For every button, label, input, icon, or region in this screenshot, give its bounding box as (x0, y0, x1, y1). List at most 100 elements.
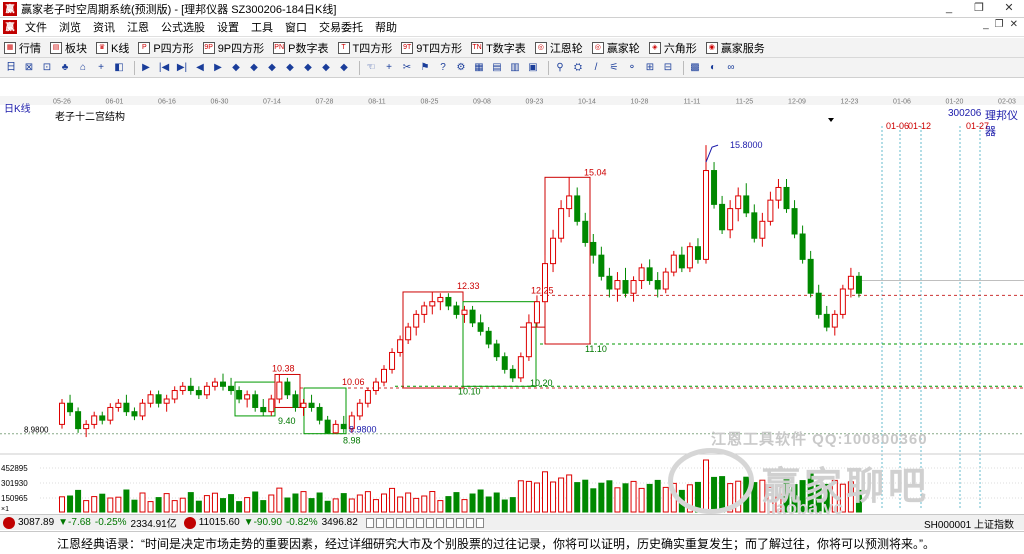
candle-body (509, 368, 516, 379)
toolbar-button-0[interactable]: ▦ 行情 (4, 40, 41, 56)
toolbar-button-2[interactable]: ♛ K线 (96, 40, 129, 56)
toolbar-button-5[interactable]: PN P数字表 (273, 40, 329, 56)
price-label: 10.10 (458, 386, 481, 396)
tool-icon-7[interactable]: ▶ (139, 61, 153, 75)
toolbar-button-10[interactable]: ◎ 赢家轮 (591, 40, 640, 56)
candle-body (139, 402, 146, 417)
tool-icon-1[interactable]: ⊠ (22, 61, 36, 75)
tool-icon-28[interactable]: ▣ (526, 61, 540, 75)
tool-icon-24[interactable]: ⚙ (454, 61, 468, 75)
tool-icon-36[interactable]: ▩ (688, 61, 702, 75)
tool-icon-17[interactable]: ◆ (319, 61, 333, 75)
kline-chart[interactable]: 05-26 06-01 06-16 06-30 07-14 07-28 08-11 08-25… (0, 96, 1024, 514)
tool-icon-10[interactable]: ◀ (193, 61, 207, 75)
toolbar-button-label: K线 (111, 42, 130, 55)
toolbar-button-9[interactable]: ◎ 江恩轮 (534, 40, 583, 56)
tool-icon-27[interactable]: ▥ (508, 61, 522, 75)
menu-trade[interactable]: 交易委托 (313, 19, 369, 35)
volume-bar (187, 492, 194, 513)
tool-icon-18[interactable]: ◆ (337, 61, 351, 75)
tool-icon-25[interactable]: ▦ (472, 61, 486, 75)
toolbar-button-label: 行情 (19, 42, 41, 55)
date-tick-label: 12-23 (841, 99, 859, 106)
candle-body (614, 280, 621, 290)
mdi-minimize-button[interactable]: _ (983, 19, 989, 30)
date-tick-label: 08-11 (368, 99, 385, 106)
gann-quote: 江恩经典语录：“时间是决定市场走势的重要因素，经过详细研究大市及个别股票的过往记… (57, 536, 935, 551)
maximize-button[interactable]: ❐ (964, 0, 994, 18)
candle-body (694, 246, 701, 260)
volume-bar (163, 493, 170, 513)
tool-icon-31[interactable]: / (589, 61, 603, 75)
close-button[interactable]: ✕ (994, 0, 1024, 18)
tool-icon-35[interactable]: ⊟ (661, 61, 675, 75)
tool-icon-37[interactable]: ◐ (706, 61, 720, 75)
tool-icon-22[interactable]: ⚑ (418, 61, 432, 75)
menu-window[interactable]: 窗口 (279, 19, 313, 35)
volume-bar (220, 498, 226, 513)
toolbar-button-4[interactable]: 9P 9P四方形 (202, 40, 264, 56)
candle-body (847, 275, 854, 290)
tool-icon-32[interactable]: ⚟ (607, 61, 621, 75)
tool-icon-15[interactable]: ◆ (283, 61, 297, 75)
volume-bar (453, 492, 460, 513)
mdi-restore-button[interactable]: ❐ (995, 19, 1004, 30)
tool-icon-12[interactable]: ◆ (229, 61, 243, 75)
tool-icon-34[interactable]: ⊞ (643, 61, 657, 75)
tool-icon-11[interactable]: ▶ (211, 61, 225, 75)
volume-bar (517, 480, 524, 513)
winner-wheel-icon: ◎ (591, 41, 604, 54)
tool-icon-38[interactable]: ∞ (724, 61, 738, 75)
candle-body (276, 381, 283, 400)
tool-icon-30[interactable]: ⛭ (571, 61, 585, 75)
menu-tools[interactable]: 工具 (245, 19, 279, 35)
date-tick-label: 01-20 (946, 99, 964, 106)
toolbar-button-8[interactable]: TN T数字表 (471, 40, 526, 56)
minimize-button[interactable]: _ (934, 0, 964, 18)
candle-body (284, 381, 291, 396)
menu-formula-screen[interactable]: 公式选股 (155, 19, 211, 35)
tool-icon-9[interactable]: ▶| (175, 61, 189, 75)
index-selector[interactable]: SH000001 上证指数 (924, 516, 1014, 531)
tool-icon-14[interactable]: ◆ (265, 61, 279, 75)
menu-file[interactable]: 文件 (19, 19, 53, 35)
mdi-close-button[interactable]: ✕ (1010, 19, 1018, 30)
tool-icon-29[interactable]: ⚲ (553, 61, 567, 75)
sh-index-value: 3087.89 (18, 517, 55, 528)
tool-icon-19[interactable]: ☜ (364, 61, 378, 75)
toolbar-button-12[interactable]: ◉ 赢家服务 (705, 40, 765, 56)
toolbar-button-3[interactable]: P P四方形 (138, 40, 194, 56)
date-tick-label: 07-14 (263, 99, 281, 106)
tool-icon-13[interactable]: ◆ (247, 61, 261, 75)
menu-info[interactable]: 资讯 (87, 19, 121, 35)
peak-marker (705, 144, 719, 163)
tool-icon-20[interactable]: + (382, 61, 396, 75)
tool-icon-16[interactable]: ◆ (301, 61, 315, 75)
menu-browse[interactable]: 浏览 (53, 19, 87, 35)
status-indicators (365, 517, 484, 528)
candle-body (558, 208, 565, 239)
candle-body (300, 402, 307, 408)
tool-icon-3[interactable]: ♣ (58, 61, 72, 75)
candle-body (493, 343, 500, 358)
tool-icon-4[interactable]: ⌂ (76, 61, 90, 75)
menu-gann[interactable]: 江恩 (121, 19, 155, 35)
toolbar-button-7[interactable]: 9T 9T四方形 (401, 40, 462, 56)
tool-icon-21[interactable]: ✂ (400, 61, 414, 75)
menu-help[interactable]: 帮助 (369, 19, 403, 35)
tool-icon-23[interactable]: ? (436, 61, 450, 75)
candle-body (413, 313, 420, 328)
toolbar-button-6[interactable]: T T四方形 (337, 40, 392, 56)
tool-icon-0[interactable]: 日 (4, 61, 18, 75)
9t-square-icon: 9T (401, 41, 414, 54)
candle-body (340, 423, 347, 430)
tool-icon-6[interactable]: ◧ (112, 61, 126, 75)
tool-icon-2[interactable]: ⊡ (40, 61, 54, 75)
tool-icon-33[interactable]: ⚬ (625, 61, 639, 75)
tool-icon-26[interactable]: ▤ (490, 61, 504, 75)
tool-icon-5[interactable]: + (94, 61, 108, 75)
toolbar-button-1[interactable]: ▤ 板块 (50, 40, 87, 56)
toolbar-button-11[interactable]: ◈ 六角形 (648, 40, 697, 56)
menu-settings[interactable]: 设置 (211, 19, 245, 35)
tool-icon-8[interactable]: |◀ (157, 61, 171, 75)
